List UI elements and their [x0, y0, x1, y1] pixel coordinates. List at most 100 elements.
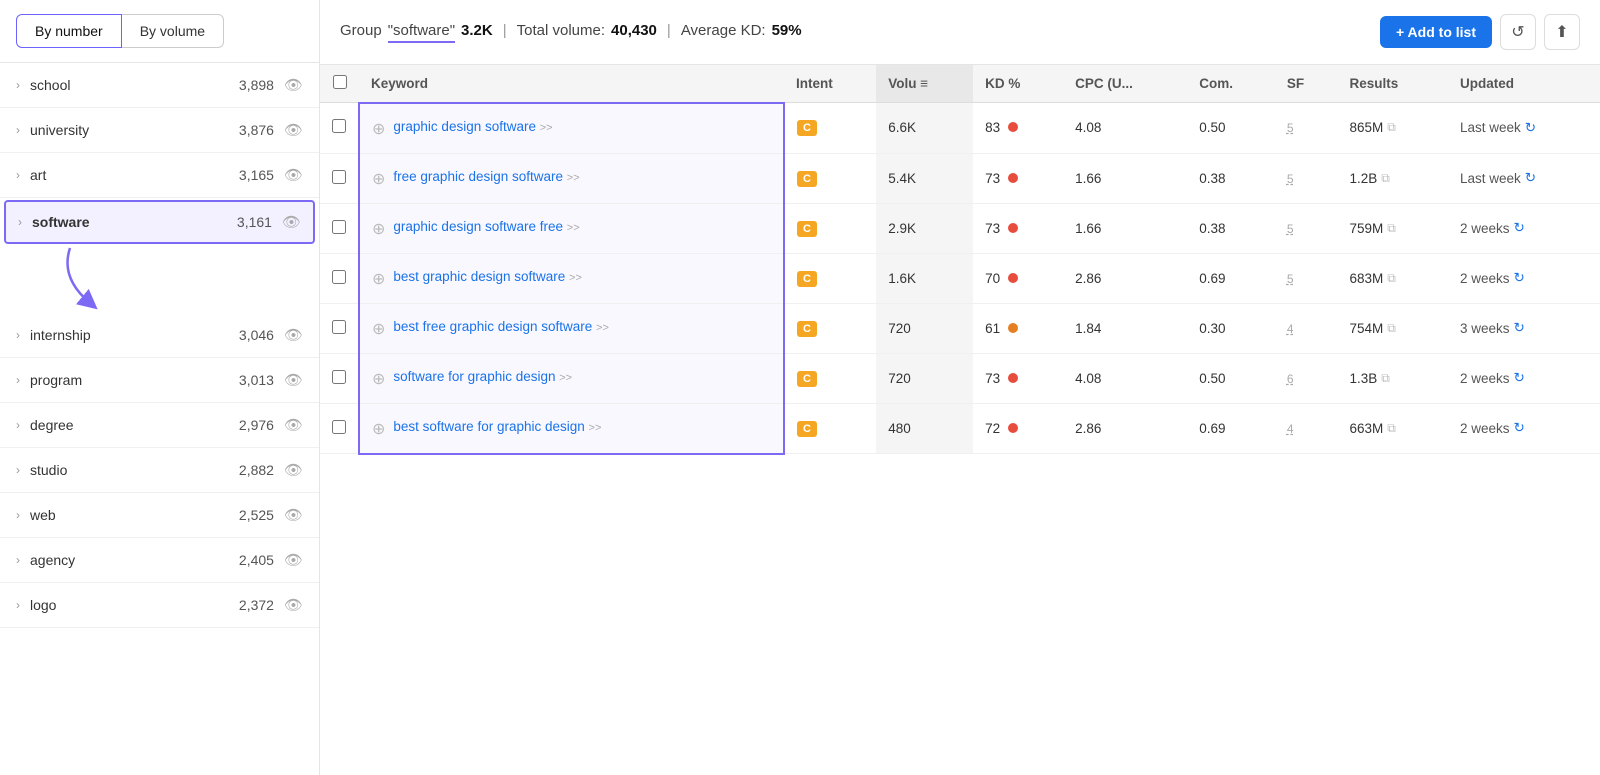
refresh-row-icon[interactable]: ↻: [1514, 370, 1525, 386]
refresh-row-icon[interactable]: ↻: [1514, 320, 1525, 336]
add-keyword-icon[interactable]: ⊕: [372, 119, 385, 139]
refresh-row-icon[interactable]: ↻: [1514, 220, 1525, 236]
refresh-row-icon[interactable]: ↻: [1514, 270, 1525, 286]
results-icon[interactable]: ⧉: [1381, 371, 1390, 386]
add-keyword-icon[interactable]: ⊕: [372, 269, 385, 289]
row-checkbox-cell: [320, 103, 359, 154]
intent-badge: C: [797, 271, 817, 287]
sidebar-item-university[interactable]: › university 3,876 👁: [0, 108, 319, 153]
sidebar-item-agency[interactable]: › agency 2,405 👁: [0, 538, 319, 583]
row-checkbox[interactable]: [332, 420, 346, 434]
eye-icon[interactable]: 👁: [284, 551, 303, 569]
volume-cell: 1.6K: [876, 253, 973, 303]
eye-icon[interactable]: 👁: [284, 461, 303, 479]
sidebar-item-count: 2,372: [239, 597, 274, 613]
keyword-arrows: >>: [569, 272, 582, 284]
results-icon[interactable]: ⧉: [1387, 221, 1396, 236]
refresh-row-icon[interactable]: ↻: [1514, 420, 1525, 436]
eye-icon[interactable]: 👁: [284, 596, 303, 614]
select-all-checkbox[interactable]: [333, 75, 347, 89]
sidebar-item-program[interactable]: › program 3,013 👁: [0, 358, 319, 403]
row-checkbox[interactable]: [332, 320, 346, 334]
results-value: 759M: [1350, 221, 1384, 236]
keyword-cell: ⊕ graphic design software >>: [359, 103, 784, 154]
col-updated-header: Updated: [1448, 65, 1600, 103]
updated-text: Last week: [1460, 120, 1521, 135]
eye-icon[interactable]: 👁: [284, 416, 303, 434]
keyword-link[interactable]: graphic design software free >>: [393, 219, 579, 234]
chevron-icon: ›: [16, 78, 20, 92]
avg-kd-label: Average KD:: [681, 22, 766, 39]
keyword-link[interactable]: best graphic design software >>: [393, 269, 581, 284]
sidebar-item-label: studio: [30, 462, 239, 478]
eye-icon[interactable]: 👁: [284, 506, 303, 524]
sidebar-item-software[interactable]: › software 3,161 👁: [4, 200, 315, 244]
keyword-link[interactable]: software for graphic design >>: [393, 369, 572, 384]
table-row: ⊕ best software for graphic design >> C …: [320, 403, 1600, 454]
sidebar-item-studio[interactable]: › studio 2,882 👁: [0, 448, 319, 493]
tab-by-number[interactable]: By number: [16, 14, 122, 48]
kd-cell: 72: [973, 403, 1063, 454]
intent-badge: C: [797, 321, 817, 337]
results-icon[interactable]: ⧉: [1387, 421, 1396, 436]
sidebar-item-label: university: [30, 122, 239, 138]
intent-cell: C: [784, 353, 876, 403]
eye-icon[interactable]: 👁: [284, 166, 303, 184]
col-kd-header: KD %: [973, 65, 1063, 103]
eye-icon[interactable]: 👁: [284, 76, 303, 94]
sidebar-item-logo[interactable]: › logo 2,372 👁: [0, 583, 319, 628]
results-cell: 683M ⧉: [1338, 253, 1448, 303]
row-checkbox[interactable]: [332, 119, 346, 133]
sidebar-item-art[interactable]: › art 3,165 👁: [0, 153, 319, 198]
add-keyword-icon[interactable]: ⊕: [372, 219, 385, 239]
refresh-row-icon[interactable]: ↻: [1525, 170, 1536, 186]
group-prefix: Group: [340, 22, 382, 39]
keyword-link[interactable]: best software for graphic design >>: [393, 419, 601, 434]
keyword-link[interactable]: graphic design software >>: [393, 119, 552, 134]
tab-by-volume[interactable]: By volume: [122, 14, 224, 48]
results-icon[interactable]: ⧉: [1387, 321, 1396, 336]
results-value: 1.3B: [1350, 371, 1378, 386]
keyword-link[interactable]: free graphic design software >>: [393, 169, 579, 184]
add-keyword-icon[interactable]: ⊕: [372, 369, 385, 389]
sidebar-item-internship[interactable]: › internship 3,046 👁: [0, 313, 319, 358]
row-checkbox[interactable]: [332, 170, 346, 184]
intent-cell: C: [784, 203, 876, 253]
refresh-row-icon[interactable]: ↻: [1525, 120, 1536, 136]
keyword-link[interactable]: best free graphic design software >>: [393, 319, 608, 334]
results-icon[interactable]: ⧉: [1387, 120, 1396, 135]
row-checkbox-cell: [320, 203, 359, 253]
sidebar-item-school[interactable]: › school 3,898 👁: [0, 63, 319, 108]
sidebar-item-web[interactable]: › web 2,525 👁: [0, 493, 319, 538]
sidebar-item-count: 2,405: [239, 552, 274, 568]
col-keyword-header[interactable]: Keyword: [359, 65, 784, 103]
add-keyword-icon[interactable]: ⊕: [372, 319, 385, 339]
add-keyword-icon[interactable]: ⊕: [372, 169, 385, 189]
group-name: "software": [388, 22, 455, 43]
eye-icon[interactable]: 👁: [284, 371, 303, 389]
sidebar: By number By volume › school 3,898 👁 › u…: [0, 0, 320, 775]
add-keyword-icon[interactable]: ⊕: [372, 419, 385, 439]
results-icon[interactable]: ⧉: [1381, 171, 1390, 186]
eye-icon[interactable]: 👁: [284, 326, 303, 344]
eye-icon[interactable]: 👁: [284, 121, 303, 139]
row-checkbox[interactable]: [332, 270, 346, 284]
results-cell: 865M ⧉: [1338, 103, 1448, 154]
com-cell: 0.50: [1187, 353, 1275, 403]
col-volume-header[interactable]: Volu ≡: [876, 65, 973, 103]
sidebar-item-label: school: [30, 77, 239, 93]
kd-dot: [1008, 173, 1018, 183]
keyword-cell: ⊕ best free graphic design software >>: [359, 303, 784, 353]
col-intent-header: Intent: [784, 65, 876, 103]
row-checkbox[interactable]: [332, 370, 346, 384]
table-row: ⊕ best free graphic design software >> C…: [320, 303, 1600, 353]
results-cell: 1.3B ⧉: [1338, 353, 1448, 403]
results-icon[interactable]: ⧉: [1387, 271, 1396, 286]
export-button[interactable]: ⬆: [1544, 14, 1580, 50]
refresh-button[interactable]: ↺: [1500, 14, 1536, 50]
add-to-list-button[interactable]: + Add to list: [1380, 16, 1492, 48]
row-checkbox[interactable]: [332, 220, 346, 234]
chevron-icon: ›: [16, 463, 20, 477]
sidebar-item-degree[interactable]: › degree 2,976 👁: [0, 403, 319, 448]
eye-icon[interactable]: 👁: [282, 213, 301, 231]
